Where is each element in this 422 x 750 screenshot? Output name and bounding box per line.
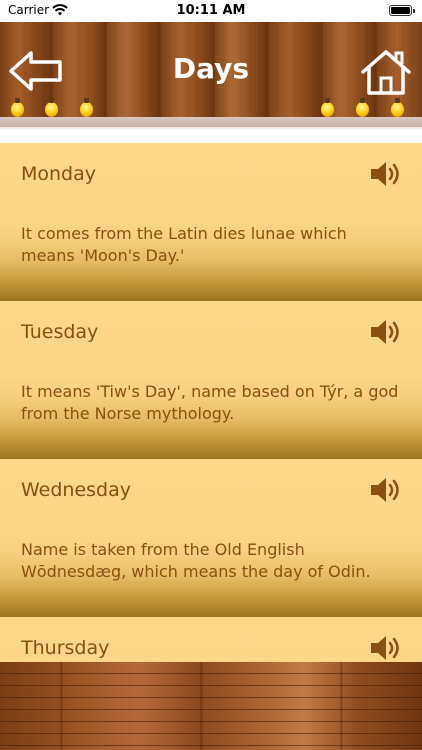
page-title: Days	[172, 52, 250, 85]
day-description: It means 'Tiw's Day', name based on Týr,…	[21, 382, 399, 423]
status-time: 10:11 AM	[176, 3, 246, 18]
day-name: Tuesday	[21, 321, 99, 343]
speaker-icon[interactable]	[370, 633, 402, 663]
wood-floor-footer	[0, 662, 422, 750]
battery-icon	[389, 5, 415, 16]
speaker-icon[interactable]	[370, 475, 402, 505]
day-name: Wednesday	[21, 479, 132, 501]
speaker-icon[interactable]	[370, 317, 402, 347]
day-description: It comes from the Latin dies lunae which…	[21, 224, 347, 265]
light-bulb	[391, 98, 404, 117]
day-card-monday[interactable]: Monday It comes from the Latin dies luna…	[0, 143, 422, 301]
day-card-wednesday[interactable]: Wednesday Name is taken from the Old Eng…	[0, 459, 422, 617]
light-bulb	[356, 98, 369, 117]
day-name: Monday	[21, 163, 97, 185]
day-name: Thursday	[21, 637, 110, 659]
light-bulb	[45, 98, 58, 117]
day-description: Name is taken from the Old English Wōdne…	[21, 540, 371, 581]
status-bar: Carrier 10:11 AM	[0, 0, 422, 22]
day-card-tuesday[interactable]: Tuesday It means 'Tiw's Day', name based…	[0, 301, 422, 459]
speaker-icon[interactable]	[370, 159, 402, 189]
home-icon[interactable]	[360, 48, 412, 96]
light-bulb	[321, 98, 334, 117]
light-bulb	[80, 98, 93, 117]
light-bulb	[11, 98, 24, 117]
header-ledge	[0, 117, 422, 127]
